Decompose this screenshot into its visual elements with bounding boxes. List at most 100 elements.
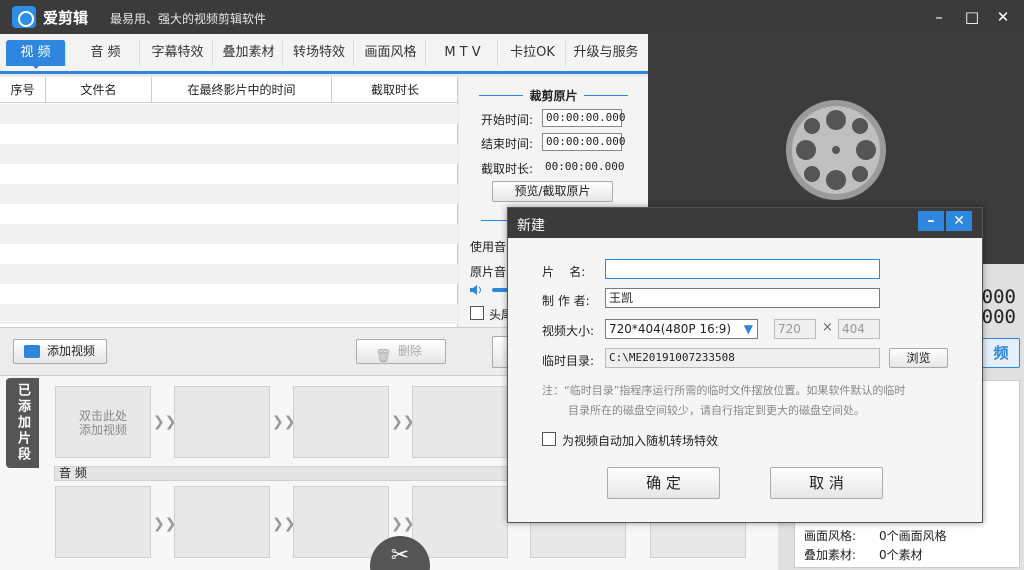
video-size-value: 720*404(480P 16:9) — [609, 322, 732, 336]
info-label-style: 画面风格: — [804, 529, 857, 543]
info-value-overlay: 0个素材 — [879, 548, 923, 562]
tab-subtitle-effects[interactable]: 字幕特效 — [143, 40, 213, 66]
start-time-label: 开始时间: — [481, 113, 534, 127]
tab-video[interactable]: 视 频 — [6, 40, 66, 69]
app-slogan: 最易用、强大的视频剪辑软件 — [110, 12, 267, 26]
clip-slot[interactable] — [412, 386, 508, 458]
export-video-button[interactable]: 频 — [982, 338, 1020, 368]
table-rows[interactable] — [0, 104, 458, 327]
film-reel-icon — [786, 100, 886, 200]
clip-slot[interactable] — [174, 486, 270, 558]
tab-picture-style[interactable]: 画面风格 — [356, 40, 426, 66]
table-row — [0, 144, 458, 164]
duration-label: 截取时长: — [481, 162, 534, 176]
next-arrow-icon: ❯❯ — [391, 414, 415, 430]
minimize-button[interactable]: – — [928, 6, 950, 28]
next-arrow-icon: ❯❯ — [391, 516, 415, 532]
delete-label: 删除 — [397, 344, 422, 358]
next-arrow-icon: ❯❯ — [153, 414, 177, 430]
use-audio-label: 使用音 — [470, 240, 507, 254]
title-bar: 爱剪辑 最易用、强大的视频剪辑软件 – □ ✕ — [0, 0, 1024, 34]
delete-button[interactable]: 🗑 删除 — [356, 339, 446, 364]
clip-slot[interactable] — [174, 386, 270, 458]
file-table: 序号 文件名 在最终影片中的时间 截取时长 — [0, 77, 458, 327]
author-label: 制 作 者: — [542, 294, 590, 308]
note-line-1: 注：“临时目录”指程序运行所需的临时文件摆放位置。如果软件默认的临时 — [542, 384, 906, 397]
name-label: 片 名: — [542, 265, 586, 279]
added-clips-tab[interactable]: 已添加片段 — [6, 378, 39, 468]
table-row — [0, 244, 458, 264]
app-logo-icon — [12, 6, 36, 28]
table-row — [0, 204, 458, 224]
table-row — [0, 224, 458, 244]
table-row — [0, 124, 458, 144]
clip-slot[interactable] — [293, 386, 389, 458]
trim-title: 裁剪原片 — [459, 87, 648, 104]
table-row — [0, 284, 458, 304]
original-audio-label: 原片音 — [470, 265, 507, 279]
new-project-dialog: 新建 – ✕ 片 名: 制 作 者: 王凯 视频大小: 720*404(480P… — [507, 207, 983, 523]
author-field[interactable]: 王凯 — [605, 288, 880, 308]
ok-button[interactable]: 确 定 — [607, 467, 720, 499]
table-row — [0, 304, 458, 324]
browse-button[interactable]: 浏览 — [889, 348, 948, 368]
tab-overlay-material[interactable]: 叠加素材 — [215, 40, 283, 66]
dialog-titlebar[interactable]: 新建 – ✕ — [508, 208, 982, 238]
info-value-style: 0个画面风格 — [879, 529, 947, 543]
audio-track-label: 音 频 — [54, 466, 514, 481]
auto-transition-checkbox[interactable] — [542, 432, 556, 446]
info-label-overlay: 叠加素材: — [804, 548, 857, 562]
auto-transition-label: 为视频自动加入随机转场特效 — [562, 434, 719, 448]
clip-slot[interactable]: 双击此处 添加视频 — [55, 386, 151, 458]
start-time-input[interactable]: 00:00:00.000 — [542, 109, 625, 127]
column-header-duration[interactable]: 截取时长 — [332, 77, 458, 103]
next-arrow-icon: ❯❯ — [272, 516, 296, 532]
add-video-label: 添加视频 — [46, 344, 95, 358]
volume-slider[interactable] — [492, 288, 508, 292]
clip-slot[interactable] — [293, 486, 389, 558]
duration-value: 00:00:00.000 — [545, 160, 625, 173]
width-field[interactable]: 720 — [774, 319, 816, 339]
end-time-input[interactable]: 00:00:00.000 — [542, 133, 625, 151]
clip-slot[interactable] — [55, 486, 151, 558]
maximize-button[interactable]: □ — [961, 6, 983, 28]
head-tail-checkbox[interactable] — [470, 306, 484, 320]
dialog-close-button[interactable]: ✕ — [946, 211, 972, 231]
dialog-title: 新建 — [517, 218, 545, 234]
tab-upgrade-service[interactable]: 升级与服务 — [568, 40, 644, 66]
main-tabbar: 视 频 音 频 字幕特效 叠加素材 转场特效 画面风格 M T V 卡拉OK 升… — [0, 34, 648, 74]
table-header: 序号 文件名 在最终影片中的时间 截取时长 — [0, 77, 457, 103]
height-field[interactable]: 404 — [838, 319, 880, 339]
cancel-button[interactable]: 取 消 — [770, 467, 883, 499]
column-header-filename[interactable]: 文件名 — [46, 77, 152, 103]
temp-dir-label: 临时目录: — [542, 354, 595, 368]
video-size-select[interactable]: 720*404(480P 16:9) ▼ — [605, 319, 758, 339]
clip-slot[interactable] — [412, 486, 508, 558]
chevron-down-icon: ▼ — [743, 322, 753, 336]
volume-icon — [470, 284, 484, 296]
close-button[interactable]: ✕ — [992, 6, 1014, 28]
tab-transition-effects[interactable]: 转场特效 — [285, 40, 354, 66]
table-row — [0, 184, 458, 204]
timecode-bottom: 000 — [981, 306, 1016, 328]
tab-audio[interactable]: 音 频 — [72, 40, 140, 66]
column-header-index[interactable]: 序号 — [0, 77, 46, 103]
note-line-2: 目录所在的磁盘空间较少，请自行指定到更大的磁盘空间处。 — [568, 404, 865, 417]
next-arrow-icon: ❯❯ — [272, 414, 296, 430]
dialog-minimize-button[interactable]: – — [918, 211, 944, 231]
timecode-top: 000 — [981, 286, 1016, 308]
times-sign: × — [822, 320, 833, 335]
temp-dir-field[interactable]: C:\ME20191007233508 — [605, 348, 880, 368]
tab-karaoke[interactable]: 卡拉OK — [500, 40, 566, 66]
app-name: 爱剪辑 — [43, 9, 89, 27]
table-row — [0, 164, 458, 184]
add-video-button[interactable]: 添加视频 — [13, 339, 107, 364]
temp-dir-note: 注：“临时目录”指程序运行所需的临时文件摆放位置。如果软件默认的临时 目录所在的… — [542, 381, 962, 421]
table-row — [0, 264, 458, 284]
column-header-final-time[interactable]: 在最终影片中的时间 — [152, 77, 332, 103]
trash-icon: 🗑 — [375, 349, 392, 364]
preview-trim-button[interactable]: 预览/截取原片 — [492, 181, 613, 202]
name-field[interactable] — [605, 259, 880, 279]
end-time-label: 结束时间: — [481, 137, 534, 151]
tab-mtv[interactable]: M T V — [428, 40, 498, 66]
